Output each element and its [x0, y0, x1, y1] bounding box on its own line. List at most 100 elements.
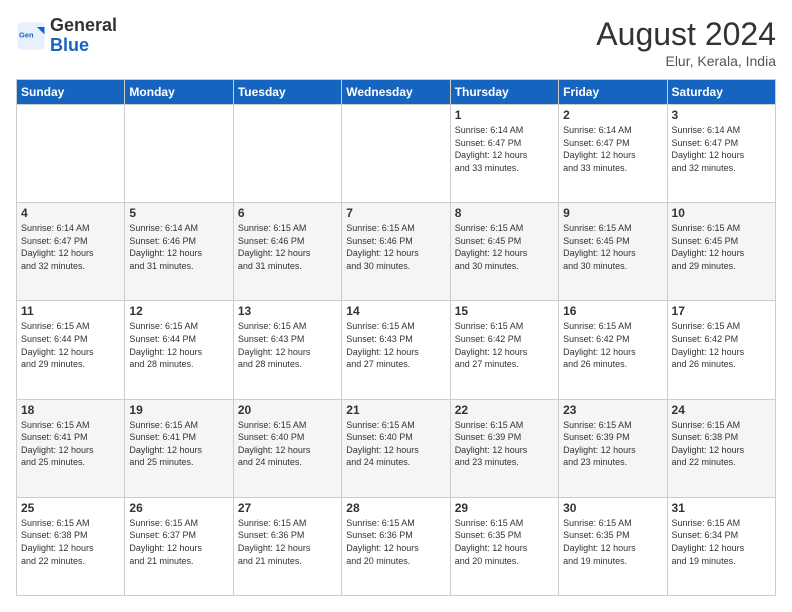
day-number: 2 [563, 108, 662, 122]
logo-general: General [50, 15, 117, 35]
cell-w5-d5: 30Sunrise: 6:15 AM Sunset: 6:35 PM Dayli… [559, 497, 667, 595]
cell-w1-d4: 1 Sunrise: 6:14 AM Sunset: 6:47 PM Daylig… [450, 105, 558, 203]
calendar-header-row: Sunday Monday Tuesday Wednesday Thursday… [17, 80, 776, 105]
calendar-title: August 2024 [596, 16, 776, 53]
day-number: 24 [672, 403, 771, 417]
calendar-subtitle: Elur, Kerala, India [596, 53, 776, 69]
week-row-2: 4 Sunrise: 6:14 AM Sunset: 6:47 PM Daylig… [17, 203, 776, 301]
day-info: Sunrise: 6:15 AM Sunset: 6:45 PM Dayligh… [563, 222, 662, 272]
day-number: 16 [563, 304, 662, 318]
week-row-4: 18 Sunrise: 6:15 AM Sunset: 6:41 PM Dayli… [17, 399, 776, 497]
cell-w1-d5: 2 Sunrise: 6:14 AM Sunset: 6:47 PM Daylig… [559, 105, 667, 203]
page: Gen General Blue August 2024 Elur, Keral… [0, 0, 792, 612]
cell-w1-d2 [233, 105, 341, 203]
day-number: 3 [672, 108, 771, 122]
day-info: Sunrise: 6:15 AM Sunset: 6:41 PM Dayligh… [21, 419, 120, 469]
day-info: Sunrise: 6:14 AM Sunset: 6:47 PM Dayligh… [21, 222, 120, 272]
cell-w3-d4: 15 Sunrise: 6:15 AM Sunset: 6:42 PM Dayli… [450, 301, 558, 399]
cell-w5-d6: 31 Sunrise: 6:15 AM Sunset: 6:34 PM Dayli… [667, 497, 775, 595]
day-number: 15 [455, 304, 554, 318]
title-block: August 2024 Elur, Kerala, India [596, 16, 776, 69]
day-number: 5 [129, 206, 228, 220]
calendar-body: 1 Sunrise: 6:14 AM Sunset: 6:47 PM Daylig… [17, 105, 776, 596]
col-sunday: Sunday [17, 80, 125, 105]
day-number: 7 [346, 206, 445, 220]
day-number: 14 [346, 304, 445, 318]
cell-w2-d3: 7 Sunrise: 6:15 AM Sunset: 6:46 PM Daylig… [342, 203, 450, 301]
day-number: 20 [238, 403, 337, 417]
cell-w4-d4: 22 Sunrise: 6:15 AM Sunset: 6:39 PM Dayli… [450, 399, 558, 497]
day-info: Sunrise: 6:15 AM Sunset: 6:43 PM Dayligh… [238, 320, 337, 370]
day-info: Sunrise: 6:15 AM Sunset: 6:36 PM Dayligh… [346, 517, 445, 567]
day-number: 13 [238, 304, 337, 318]
day-info: Sunrise: 6:15 AM Sunset: 6:35 PM Dayligh… [563, 517, 662, 567]
cell-w2-d5: 9 Sunrise: 6:15 AM Sunset: 6:45 PM Daylig… [559, 203, 667, 301]
day-info: Sunrise: 6:15 AM Sunset: 6:46 PM Dayligh… [346, 222, 445, 272]
day-info: Sunrise: 6:14 AM Sunset: 6:47 PM Dayligh… [455, 124, 554, 174]
svg-text:Gen: Gen [19, 30, 34, 39]
cell-w5-d4: 29 Sunrise: 6:15 AM Sunset: 6:35 PM Dayli… [450, 497, 558, 595]
cell-w4-d0: 18 Sunrise: 6:15 AM Sunset: 6:41 PM Dayli… [17, 399, 125, 497]
day-number: 1 [455, 108, 554, 122]
day-info: Sunrise: 6:15 AM Sunset: 6:42 PM Dayligh… [672, 320, 771, 370]
day-number: 22 [455, 403, 554, 417]
day-info: Sunrise: 6:15 AM Sunset: 6:45 PM Dayligh… [455, 222, 554, 272]
col-monday: Monday [125, 80, 233, 105]
day-number: 31 [672, 501, 771, 515]
day-info: Sunrise: 6:15 AM Sunset: 6:39 PM Dayligh… [455, 419, 554, 469]
cell-w3-d2: 13 Sunrise: 6:15 AM Sunset: 6:43 PM Dayli… [233, 301, 341, 399]
day-number: 11 [21, 304, 120, 318]
week-row-3: 11Sunrise: 6:15 AM Sunset: 6:44 PM Dayli… [17, 301, 776, 399]
cell-w5-d0: 25Sunrise: 6:15 AM Sunset: 6:38 PM Dayli… [17, 497, 125, 595]
day-info: Sunrise: 6:15 AM Sunset: 6:39 PM Dayligh… [563, 419, 662, 469]
day-number: 18 [21, 403, 120, 417]
col-friday: Friday [559, 80, 667, 105]
cell-w4-d6: 24 Sunrise: 6:15 AM Sunset: 6:38 PM Dayli… [667, 399, 775, 497]
cell-w3-d3: 14 Sunrise: 6:15 AM Sunset: 6:43 PM Dayli… [342, 301, 450, 399]
cell-w4-d2: 20 Sunrise: 6:15 AM Sunset: 6:40 PM Dayli… [233, 399, 341, 497]
day-info: Sunrise: 6:15 AM Sunset: 6:37 PM Dayligh… [129, 517, 228, 567]
day-number: 17 [672, 304, 771, 318]
day-number: 29 [455, 501, 554, 515]
day-info: Sunrise: 6:15 AM Sunset: 6:34 PM Dayligh… [672, 517, 771, 567]
day-info: Sunrise: 6:15 AM Sunset: 6:46 PM Dayligh… [238, 222, 337, 272]
day-number: 4 [21, 206, 120, 220]
cell-w3-d6: 17 Sunrise: 6:15 AM Sunset: 6:42 PM Dayli… [667, 301, 775, 399]
day-number: 19 [129, 403, 228, 417]
calendar-table: Sunday Monday Tuesday Wednesday Thursday… [16, 79, 776, 596]
day-number: 12 [129, 304, 228, 318]
day-number: 25 [21, 501, 120, 515]
day-info: Sunrise: 6:15 AM Sunset: 6:43 PM Dayligh… [346, 320, 445, 370]
day-number: 6 [238, 206, 337, 220]
cell-w3-d1: 12Sunrise: 6:15 AM Sunset: 6:44 PM Dayli… [125, 301, 233, 399]
cell-w5-d2: 27Sunrise: 6:15 AM Sunset: 6:36 PM Dayli… [233, 497, 341, 595]
day-info: Sunrise: 6:15 AM Sunset: 6:41 PM Dayligh… [129, 419, 228, 469]
cell-w2-d6: 10Sunrise: 6:15 AM Sunset: 6:45 PM Dayli… [667, 203, 775, 301]
cell-w3-d5: 16Sunrise: 6:15 AM Sunset: 6:42 PM Dayli… [559, 301, 667, 399]
col-wednesday: Wednesday [342, 80, 450, 105]
day-info: Sunrise: 6:15 AM Sunset: 6:35 PM Dayligh… [455, 517, 554, 567]
logo-blue: Blue [50, 35, 89, 55]
col-saturday: Saturday [667, 80, 775, 105]
cell-w2-d1: 5Sunrise: 6:14 AM Sunset: 6:46 PM Daylig… [125, 203, 233, 301]
cell-w4-d5: 23Sunrise: 6:15 AM Sunset: 6:39 PM Dayli… [559, 399, 667, 497]
cell-w3-d0: 11Sunrise: 6:15 AM Sunset: 6:44 PM Dayli… [17, 301, 125, 399]
logo-icon: Gen [16, 21, 46, 51]
day-number: 26 [129, 501, 228, 515]
day-info: Sunrise: 6:15 AM Sunset: 6:40 PM Dayligh… [238, 419, 337, 469]
day-info: Sunrise: 6:15 AM Sunset: 6:38 PM Dayligh… [672, 419, 771, 469]
day-info: Sunrise: 6:15 AM Sunset: 6:42 PM Dayligh… [455, 320, 554, 370]
day-info: Sunrise: 6:15 AM Sunset: 6:36 PM Dayligh… [238, 517, 337, 567]
day-info: Sunrise: 6:14 AM Sunset: 6:47 PM Dayligh… [563, 124, 662, 174]
col-thursday: Thursday [450, 80, 558, 105]
cell-w1-d6: 3Sunrise: 6:14 AM Sunset: 6:47 PM Daylig… [667, 105, 775, 203]
logo: Gen General Blue [16, 16, 117, 56]
cell-w1-d1 [125, 105, 233, 203]
day-number: 21 [346, 403, 445, 417]
day-number: 9 [563, 206, 662, 220]
col-tuesday: Tuesday [233, 80, 341, 105]
week-row-5: 25Sunrise: 6:15 AM Sunset: 6:38 PM Dayli… [17, 497, 776, 595]
day-number: 8 [455, 206, 554, 220]
cell-w5-d3: 28Sunrise: 6:15 AM Sunset: 6:36 PM Dayli… [342, 497, 450, 595]
day-number: 10 [672, 206, 771, 220]
